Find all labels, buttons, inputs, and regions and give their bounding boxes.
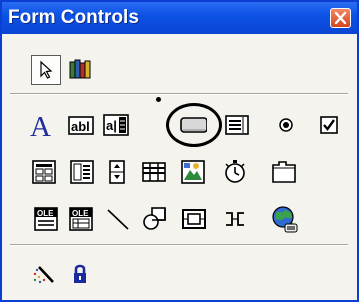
connector-icon [226, 212, 244, 226]
close-icon [334, 11, 347, 25]
combo-box-tool[interactable] [179, 158, 207, 186]
highlight-circle [166, 103, 222, 147]
shapes-tool[interactable] [141, 205, 169, 233]
svg-text:a|: a| [106, 118, 117, 133]
edit-box-icon: abl [68, 116, 94, 135]
list-box-icon [70, 160, 94, 184]
svg-text:A: A [30, 111, 51, 139]
rectangle-frame-icon [182, 209, 206, 229]
ole-object-tool[interactable]: OLE [32, 205, 60, 233]
select-objects-button[interactable] [31, 55, 61, 85]
web-browser-tool[interactable] [270, 205, 298, 233]
tab-control-tool[interactable] [270, 158, 298, 186]
svg-text:OLE: OLE [37, 209, 54, 218]
window-title: Form Controls [8, 7, 139, 28]
scroll-bar-tool[interactable] [140, 158, 168, 186]
edit-box-tool[interactable]: abl [67, 111, 95, 139]
svg-text:abl: abl [71, 119, 90, 134]
toolbar-divider [10, 244, 348, 246]
scroll-bar-icon [142, 162, 166, 182]
rectangle-frame-tool[interactable] [180, 205, 208, 233]
svg-text:OLE: OLE [72, 209, 89, 218]
shapes-icon [143, 207, 166, 230]
lock-icon [74, 264, 86, 283]
ole-list-icon: OLE [69, 207, 93, 231]
combination-edit-box-icon: a| [103, 114, 129, 136]
list-box-tool[interactable] [68, 158, 96, 186]
ole-list-tool[interactable]: OLE [67, 205, 95, 233]
option-button-tool[interactable] [272, 111, 300, 139]
combination-list-edit-tool[interactable] [223, 111, 251, 139]
check-box-icon [320, 116, 338, 134]
toggle-grid-icon [33, 266, 54, 284]
more-controls-button[interactable] [66, 55, 94, 83]
label-icon: A [30, 111, 51, 139]
close-button[interactable] [330, 8, 351, 28]
combination-edit-box-tool[interactable]: a| [102, 111, 130, 139]
label-tool[interactable]: A [28, 111, 56, 139]
connector-tool[interactable] [221, 205, 249, 233]
lock-tool[interactable] [66, 260, 94, 288]
web-browser-icon [272, 206, 298, 233]
line-tool[interactable] [104, 205, 132, 233]
run-dialog-icon [225, 160, 245, 183]
select-objects-icon [40, 60, 53, 79]
run-dialog-tool[interactable] [221, 158, 249, 186]
combination-list-edit-icon [225, 115, 249, 135]
annotation-dot [156, 97, 161, 102]
spinner-tool[interactable] [103, 158, 131, 186]
group-box-tool[interactable] [30, 158, 58, 186]
combo-box-icon [181, 160, 205, 184]
group-box-icon [32, 160, 56, 184]
toggle-grid-tool[interactable] [30, 260, 58, 288]
tab-control-icon [272, 161, 296, 183]
ole-object-icon: OLE [34, 207, 58, 231]
form-controls-window: Form Controls A abl a| OLE OLE [0, 0, 359, 302]
option-button-icon [279, 118, 293, 132]
title-bar[interactable]: Form Controls [2, 2, 357, 34]
toolbar-divider [10, 93, 348, 95]
spinner-icon [109, 160, 125, 184]
check-box-tool[interactable] [315, 111, 343, 139]
line-icon [107, 209, 129, 230]
more-controls-icon [69, 59, 91, 79]
